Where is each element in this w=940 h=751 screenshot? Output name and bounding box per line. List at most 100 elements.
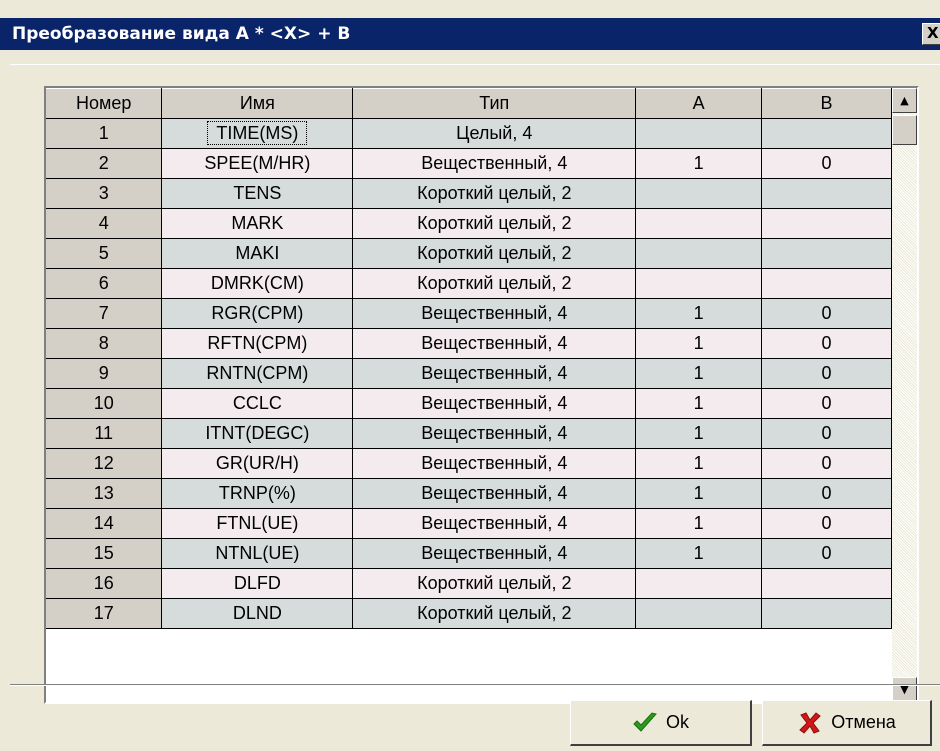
title-bar[interactable]: Преобразование вида A * <X> + B X — [0, 18, 940, 50]
cell-name[interactable]: ITNT(DEGC) — [161, 418, 354, 449]
cell-b[interactable]: 0 — [761, 328, 892, 359]
cell-type[interactable]: Вещественный, 4 — [352, 478, 637, 509]
table-row[interactable]: 17 DLND Короткий целый, 2 — [46, 598, 892, 629]
cell-type[interactable]: Короткий целый, 2 — [352, 568, 637, 599]
cell-type[interactable]: Вещественный, 4 — [352, 148, 637, 179]
cell-a[interactable] — [635, 268, 763, 299]
cell-a[interactable] — [635, 598, 763, 629]
cell-b[interactable]: 0 — [761, 538, 892, 569]
cell-name[interactable]: TIME(MS) — [161, 118, 354, 149]
cell-a[interactable]: 1 — [635, 148, 763, 179]
cell-type[interactable]: Вещественный, 4 — [352, 418, 637, 449]
cell-b[interactable] — [761, 208, 892, 239]
cell-b[interactable]: 0 — [761, 388, 892, 419]
cell-name[interactable]: MARK — [161, 208, 354, 239]
cell-b[interactable]: 0 — [761, 508, 892, 539]
cell-number[interactable]: 9 — [46, 358, 163, 389]
cell-a[interactable]: 1 — [635, 508, 763, 539]
cell-number[interactable]: 5 — [46, 238, 163, 269]
table-row[interactable]: 1 TIME(MS) Целый, 4 — [46, 118, 892, 149]
cell-b[interactable] — [761, 118, 892, 149]
cell-b[interactable] — [761, 178, 892, 209]
table-row[interactable]: 9 RNTN(CPM) Вещественный, 410 — [46, 358, 892, 389]
ok-button[interactable]: Ok — [570, 700, 752, 746]
cancel-button[interactable]: Отмена — [762, 700, 932, 746]
cell-b[interactable]: 0 — [761, 298, 892, 329]
cell-name[interactable]: RNTN(CPM) — [161, 358, 354, 389]
table-row[interactable]: 5 MAKI Короткий целый, 2 — [46, 238, 892, 269]
cell-a[interactable]: 1 — [635, 478, 763, 509]
cell-b[interactable] — [761, 568, 892, 599]
cell-b[interactable]: 0 — [761, 448, 892, 479]
cell-name[interactable]: TENS — [161, 178, 354, 209]
cell-name[interactable]: CCLC — [161, 388, 354, 419]
table-row[interactable]: 14 FTNL(UE) Вещественный, 410 — [46, 508, 892, 539]
scrollbar-thumb[interactable] — [892, 115, 917, 145]
cell-number[interactable]: 7 — [46, 298, 163, 329]
cell-number[interactable]: 17 — [46, 598, 163, 629]
cell-type[interactable]: Вещественный, 4 — [352, 538, 637, 569]
column-header-type[interactable]: Тип — [352, 88, 637, 119]
table-row[interactable]: 6 DMRK(CM) Короткий целый, 2 — [46, 268, 892, 299]
cell-name[interactable]: DLFD — [161, 568, 354, 599]
cell-number[interactable]: 1 — [46, 118, 163, 149]
cell-a[interactable] — [635, 118, 763, 149]
cell-b[interactable]: 0 — [761, 478, 892, 509]
cell-number[interactable]: 11 — [46, 418, 163, 449]
cell-type[interactable]: Вещественный, 4 — [352, 508, 637, 539]
cell-type[interactable]: Короткий целый, 2 — [352, 208, 637, 239]
cell-b[interactable] — [761, 598, 892, 629]
column-header-name[interactable]: Имя — [161, 88, 354, 119]
cell-number[interactable]: 16 — [46, 568, 163, 599]
cell-type[interactable]: Короткий целый, 2 — [352, 178, 637, 209]
cell-number[interactable]: 8 — [46, 328, 163, 359]
cell-type[interactable]: Короткий целый, 2 — [352, 268, 637, 299]
vertical-scrollbar[interactable]: ▲ ▼ — [892, 88, 917, 702]
table-row[interactable]: 2 SPEE(M/HR) Вещественный, 410 — [46, 148, 892, 179]
table-row[interactable]: 7 RGR(CPM) Вещественный, 410 — [46, 298, 892, 329]
cell-number[interactable]: 13 — [46, 478, 163, 509]
cell-name[interactable]: TRNP(%) — [161, 478, 354, 509]
cell-a[interactable]: 1 — [635, 538, 763, 569]
scroll-up-arrow-icon[interactable]: ▲ — [892, 88, 917, 113]
cell-name[interactable]: RGR(CPM) — [161, 298, 354, 329]
cell-a[interactable] — [635, 208, 763, 239]
table-row[interactable]: 16 DLFD Короткий целый, 2 — [46, 568, 892, 599]
cell-number[interactable]: 2 — [46, 148, 163, 179]
cell-type[interactable]: Вещественный, 4 — [352, 328, 637, 359]
cell-name[interactable]: FTNL(UE) — [161, 508, 354, 539]
table-row[interactable]: 3 TENS Короткий целый, 2 — [46, 178, 892, 209]
table-row[interactable]: 4 MARK Короткий целый, 2 — [46, 208, 892, 239]
cell-b[interactable] — [761, 238, 892, 269]
cell-name[interactable]: RFTN(CPM) — [161, 328, 354, 359]
cell-name[interactable]: DLND — [161, 598, 354, 629]
table-row[interactable]: 15 NTNL(UE) Вещественный, 410 — [46, 538, 892, 569]
scroll-down-arrow-icon[interactable]: ▼ — [892, 677, 917, 702]
cell-name[interactable]: NTNL(UE) — [161, 538, 354, 569]
cell-b[interactable] — [761, 268, 892, 299]
table-row[interactable]: 10 CCLC Вещественный, 410 — [46, 388, 892, 419]
cell-type[interactable]: Вещественный, 4 — [352, 358, 637, 389]
cell-b[interactable]: 0 — [761, 148, 892, 179]
cell-a[interactable] — [635, 178, 763, 209]
cell-a[interactable]: 1 — [635, 388, 763, 419]
cell-number[interactable]: 6 — [46, 268, 163, 299]
cell-number[interactable]: 15 — [46, 538, 163, 569]
cell-b[interactable]: 0 — [761, 358, 892, 389]
cell-a[interactable] — [635, 568, 763, 599]
cell-a[interactable]: 1 — [635, 358, 763, 389]
cell-name[interactable]: DMRK(CM) — [161, 268, 354, 299]
table-row[interactable]: 11 ITNT(DEGC) Вещественный, 410 — [46, 418, 892, 449]
cell-a[interactable]: 1 — [635, 328, 763, 359]
table-row[interactable]: 13 TRNP(%) Вещественный, 410 — [46, 478, 892, 509]
column-header-a[interactable]: A — [635, 88, 763, 119]
cell-a[interactable]: 1 — [635, 298, 763, 329]
table-row[interactable]: 8 RFTN(CPM) Вещественный, 410 — [46, 328, 892, 359]
close-button[interactable]: X — [922, 23, 940, 45]
cell-name[interactable]: MAKI — [161, 238, 354, 269]
cell-name[interactable]: SPEE(M/HR) — [161, 148, 354, 179]
cell-a[interactable]: 1 — [635, 418, 763, 449]
cell-number[interactable]: 14 — [46, 508, 163, 539]
cell-a[interactable]: 1 — [635, 448, 763, 479]
cell-number[interactable]: 3 — [46, 178, 163, 209]
